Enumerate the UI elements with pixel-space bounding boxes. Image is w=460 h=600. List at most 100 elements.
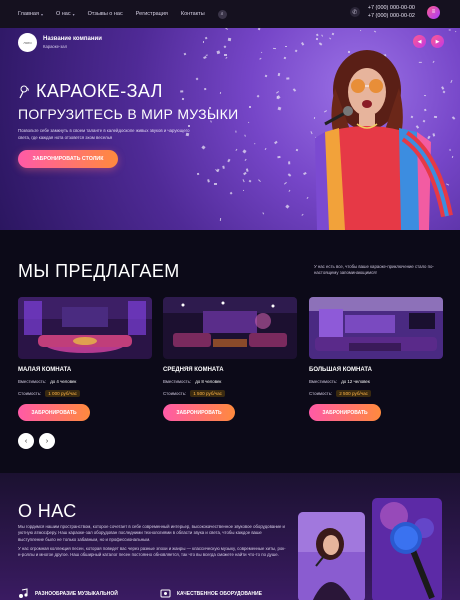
- about-paragraph: У нас огромная коллекция песен, которая …: [18, 545, 286, 558]
- company-name: Название компании: [43, 36, 102, 42]
- feature-item: РАЗНООБРАЗИЕ МУЗЫКАЛЬНОЙ: [18, 588, 118, 599]
- phone-numbers: +7 (000) 000-00-00 +7 (000) 000-00-02: [368, 4, 415, 20]
- confetti-piece: [277, 106, 282, 110]
- top-navigation: Главная ▾ О нас ▾ Отзывы о нас Регистрация…: [0, 0, 460, 28]
- nav-item-label: Главная: [18, 11, 39, 17]
- confetti-piece: [276, 90, 280, 94]
- confetti-piece: [285, 204, 290, 208]
- confetti-piece: [244, 158, 247, 162]
- confetti-piece: [246, 168, 249, 172]
- nav-item-label: Контакты: [180, 11, 205, 17]
- company-subtitle: Караоке-зал: [43, 44, 68, 49]
- confetti-piece: [273, 140, 278, 144]
- confetti-piece: [241, 179, 245, 183]
- room-price: Стоимость: 1 500 руб/час: [163, 390, 297, 397]
- nav-item-registration[interactable]: Регистрация: [136, 11, 168, 17]
- confetti-piece: [247, 121, 250, 124]
- confetti-piece: [183, 53, 187, 56]
- confetti-piece: [264, 147, 267, 151]
- brand[interactable]: лого Название компании Караоке-зал: [18, 33, 102, 52]
- chevron-down-icon: ▾: [72, 11, 75, 17]
- confetti-piece: [260, 51, 263, 54]
- confetti-piece: [283, 56, 287, 59]
- nav-contacts: ✆ +7 (000) 000-00-00 +7 (000) 000-00-02 …: [349, 4, 440, 20]
- about-paragraph: Мы гордимся нашим пространством, которое…: [18, 524, 285, 542]
- hero-section: лого Название компании Караоке-зал ◀ ▶ К…: [0, 28, 460, 230]
- confetti-piece: [225, 56, 228, 59]
- confetti-piece: [195, 77, 199, 81]
- confetti-piece: [243, 134, 246, 137]
- hero-title-text: КАРАОКЕ-ЗАЛ: [36, 81, 163, 101]
- carousel-next-button[interactable]: ›: [39, 433, 55, 449]
- book-room-button[interactable]: ЗАБРОНИРОВАТЬ: [163, 404, 235, 421]
- chevron-right-icon: ›: [45, 437, 49, 445]
- confetti-piece: [216, 50, 221, 55]
- nav-item-contacts[interactable]: Контакты: [181, 11, 205, 17]
- room-price: Стоимость: 2 500 руб/час: [309, 390, 443, 397]
- nav-item-label: Регистрация: [135, 11, 168, 17]
- carousel-controls: ‹ ›: [18, 433, 60, 449]
- room-price: Стоимость: 1 000 руб/час: [18, 390, 152, 397]
- confetti-piece: [243, 172, 247, 176]
- about-photo-singer: [298, 512, 365, 600]
- confetti-piece: [228, 37, 233, 41]
- confetti-piece: [207, 178, 211, 183]
- price-label: Стоимость:: [163, 391, 187, 396]
- room-name: МАЛАЯ КОМНАТА: [18, 367, 72, 373]
- confetti-piece: [288, 161, 291, 164]
- price-badge: 1 000 руб/час: [45, 390, 80, 397]
- confetti-piece: [258, 179, 261, 183]
- confetti-piece: [196, 172, 199, 175]
- confetti-piece: [204, 87, 207, 90]
- chevron-down-icon: ▾: [40, 11, 43, 17]
- nav-item-reviews[interactable]: Отзывы о нас: [88, 11, 123, 17]
- capacity-label: Вместимость:: [163, 379, 192, 384]
- confetti-piece: [204, 36, 208, 40]
- confetti-piece: [201, 144, 206, 150]
- confetti-piece: [242, 149, 247, 154]
- confetti-piece: [257, 28, 261, 31]
- book-room-button[interactable]: ЗАБРОНИРОВАТЬ: [18, 404, 90, 421]
- confetti-piece: [286, 77, 290, 80]
- capacity-label: Вместимость:: [18, 379, 47, 384]
- confetti-piece: [219, 217, 222, 221]
- phone-number[interactable]: +7 (000) 000-00-02: [368, 12, 415, 20]
- confetti-piece: [205, 54, 208, 57]
- book-table-button[interactable]: ЗАБРОНИРОВАТЬ СТОЛИК: [18, 150, 118, 168]
- room-image: [309, 297, 443, 359]
- confetti-piece: [276, 94, 281, 100]
- confetti-piece: [224, 54, 228, 57]
- phone-icon[interactable]: ✆: [349, 7, 360, 17]
- section-title: О НАС: [18, 501, 77, 521]
- room-name: БОЛЬШАЯ КОМНАТА: [309, 367, 373, 373]
- phone-number[interactable]: +7 (000) 000-00-00: [368, 4, 415, 12]
- room-capacity: Вместимость: до 12 человек: [309, 379, 443, 384]
- confetti-piece: [220, 92, 222, 94]
- search-icon[interactable]: ⌕: [217, 9, 227, 19]
- confetti-piece: [264, 74, 268, 78]
- carousel-prev-button[interactable]: ‹: [18, 433, 34, 449]
- nav-item-label: Отзывы о нас: [87, 11, 123, 17]
- microphone-icon: [19, 85, 29, 98]
- book-room-button[interactable]: ЗАБРОНИРОВАТЬ: [309, 404, 381, 421]
- room-card: БОЛЬШАЯ КОМНАТА Вместимость: до 12 челове…: [309, 297, 443, 421]
- confetti-piece: [256, 95, 259, 98]
- price-label: Стоимость:: [309, 391, 333, 396]
- hero-description: Позвольте себе замкнуть в своем таланте …: [18, 128, 190, 140]
- equipment-icon: [160, 589, 171, 598]
- nav-item-about[interactable]: О нас ▾: [56, 11, 75, 17]
- about-section: О НАС Мы гордимся нашим пространством, к…: [0, 473, 460, 600]
- feature-label: РАЗНООБРАЗИЕ МУЗЫКАЛЬНОЙ: [35, 590, 118, 597]
- menu-icon[interactable]: ≡: [427, 5, 440, 19]
- price-label: Стоимость:: [18, 391, 42, 396]
- feature-item: КАЧЕСТВЕННОЕ ОБОРУДОВАНИЕ: [160, 588, 262, 599]
- singer-image: [315, 50, 453, 230]
- nav-item-label: О нас: [55, 11, 71, 17]
- confetti-piece: [277, 72, 280, 76]
- about-text: Мы гордимся нашим пространством, которое…: [18, 524, 288, 561]
- room-name: СРЕДНЯЯ КОМНАТА: [163, 367, 224, 373]
- room-card: МАЛАЯ КОМНАТА Вместимость: до 4 человек С…: [18, 297, 152, 421]
- confetti-piece: [214, 182, 218, 185]
- nav-item-home[interactable]: Главная ▾: [18, 11, 43, 17]
- confetti-piece: [235, 148, 238, 151]
